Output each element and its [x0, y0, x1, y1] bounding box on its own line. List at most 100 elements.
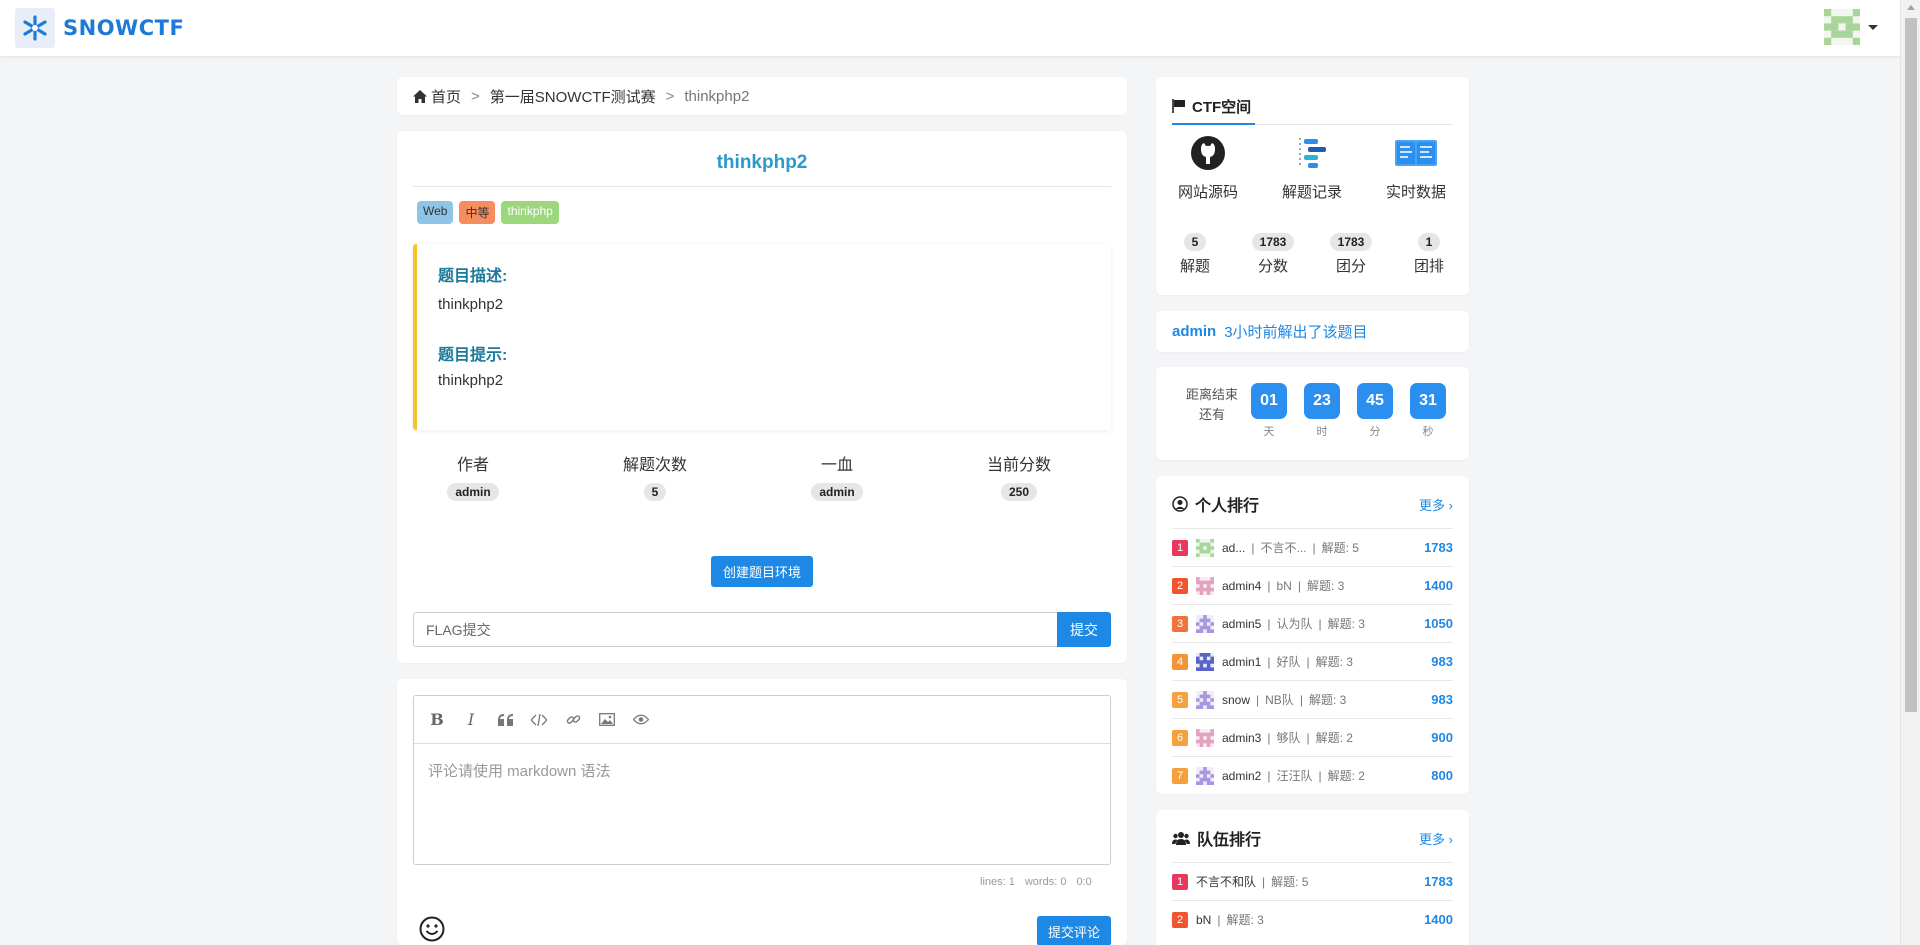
screen-icon — [1395, 140, 1437, 166]
code-icon[interactable] — [530, 711, 548, 729]
link-source-code[interactable]: 网站源码 — [1156, 135, 1260, 202]
page-scrollbar[interactable] — [1900, 0, 1920, 945]
rank-row[interactable]: 1 ad... | 不言不... | 解题: 5 1783 — [1172, 528, 1453, 566]
stat-author: 作者 admin — [413, 451, 533, 501]
countdown-unit: 天 — [1263, 426, 1275, 438]
rank-solved: 解题: 2 — [1315, 731, 1353, 745]
tab-ctf-space[interactable]: CTF空间 — [1172, 89, 1256, 125]
timeline-icon — [1299, 138, 1326, 168]
editor-toolbar: B I — [414, 696, 1110, 744]
countdown-unit: 分 — [1369, 426, 1381, 438]
solver-name[interactable]: admin — [1172, 323, 1216, 340]
editor-placeholder: 评论请使用 markdown 语法 — [428, 763, 611, 780]
rank-team: 汪汪队 — [1276, 769, 1313, 783]
challenge-tags: Web 中等 thinkphp — [417, 201, 559, 224]
countdown-unit: 秒 — [1422, 426, 1434, 438]
stat-label: 分数 — [1257, 258, 1288, 275]
create-environment-button[interactable]: 创建题目环境 — [711, 556, 813, 587]
breadcrumb-home[interactable]: 首页 — [431, 86, 461, 107]
rank-row[interactable]: 7 admin2 | 汪汪队 | 解题: 2 800 — [1172, 756, 1453, 794]
rank-user-name: snow — [1222, 692, 1251, 707]
rank-solved: 解题: 3 — [1308, 693, 1347, 707]
countdown-minutes: 45 分 — [1357, 383, 1393, 439]
flag-submit-button[interactable]: 提交 — [1057, 612, 1111, 647]
bold-icon[interactable]: B — [428, 710, 446, 729]
link-solve-records[interactable]: 解题记录 — [1260, 135, 1364, 202]
solved-notification: admin 3小时前解出了该题目 — [1156, 311, 1469, 352]
stat-label: 一血 — [820, 457, 853, 474]
brand-logo[interactable]: SNOWCTF — [15, 8, 184, 48]
rank-score: 1050 — [1424, 616, 1453, 631]
ctf-space-card: CTF空间 网站源码 解题记录 实时数据 5 解题 1783 分数 1783 团… — [1156, 77, 1469, 295]
stat-score: 1783 分数 — [1234, 233, 1312, 276]
flag-input[interactable] — [413, 612, 1058, 647]
countdown-label: 距离结束 还有 — [1182, 385, 1242, 425]
countdown-unit: 时 — [1316, 426, 1328, 438]
rank-team: bN — [1276, 578, 1292, 593]
rank-user-name: admin1 — [1222, 654, 1262, 669]
rank-team: 够队 — [1276, 731, 1301, 745]
user-menu[interactable] — [1824, 9, 1878, 45]
rank-row[interactable]: 3 admin5 | 认为队 | 解题: 3 1050 — [1172, 604, 1453, 642]
rank-row[interactable]: 2 admin4 | bN | 解题: 3 1400 — [1172, 566, 1453, 604]
scroll-thumb[interactable] — [1905, 18, 1917, 712]
team-rank-row[interactable]: 2 bN | 解题: 3 1400 — [1172, 900, 1453, 938]
rank-score: 900 — [1431, 730, 1453, 745]
stat-label: 解题 — [1179, 258, 1210, 275]
stat-label: 团分 — [1335, 258, 1366, 275]
rank-solved: 解题: 3 — [1306, 579, 1345, 593]
breadcrumb-contest[interactable]: 第一届SNOWCTF测试赛 — [490, 86, 656, 107]
countdown-value: 31 — [1410, 383, 1446, 419]
rank-score: 800 — [1431, 768, 1453, 783]
markdown-editor[interactable]: B I 评论请使用 markdown 语法 — [413, 695, 1111, 865]
avatar — [1196, 766, 1214, 785]
avatar — [1196, 652, 1214, 671]
stat-value: admin — [447, 483, 499, 501]
scroll-up-icon[interactable] — [1907, 5, 1915, 10]
comment-card: B I 评论请使用 markdown 语法 lines: 1 words: 0 … — [397, 679, 1127, 945]
user-circle-icon — [1172, 496, 1188, 512]
ctf-space-header: CTF空间 — [1172, 89, 1453, 125]
preview-eye-icon[interactable] — [632, 711, 650, 729]
image-icon[interactable] — [598, 711, 616, 729]
stat-team-score: 1783 团分 — [1312, 233, 1390, 276]
italic-icon[interactable]: I — [462, 710, 480, 729]
snowflake-icon — [15, 8, 55, 48]
ctf-space-title: CTF空间 — [1192, 98, 1252, 116]
stat-value: 1783 — [1251, 233, 1295, 251]
rank-number: 5 — [1172, 691, 1188, 708]
rank-number: 2 — [1172, 911, 1188, 928]
link-icon[interactable] — [564, 711, 582, 729]
rank-team: NB队 — [1265, 693, 1294, 707]
rank-team-name: 不言不和队 — [1196, 875, 1257, 889]
submit-comment-button[interactable]: 提交评论 — [1037, 916, 1111, 945]
avatar — [1196, 538, 1214, 557]
rank-user-name: admin3 — [1222, 730, 1262, 745]
rank-row[interactable]: 6 admin3 | 够队 | 解题: 2 900 — [1172, 718, 1453, 756]
rank-row[interactable]: 5 snow | NB队 | 解题: 3 983 — [1172, 680, 1453, 718]
status-words: words: 0 — [1024, 876, 1067, 888]
emoji-icon[interactable] — [419, 916, 445, 942]
status-cursor: 0:0 — [1076, 876, 1092, 888]
breadcrumb-separator: > — [471, 87, 480, 105]
link-live-data[interactable]: 实时数据 — [1364, 135, 1468, 202]
team-rank-row[interactable]: 1 不言不和队 | 解题: 5 1783 — [1172, 862, 1453, 900]
personal-rank-more-link[interactable]: 更多 › — [1419, 495, 1453, 514]
avatar — [1196, 614, 1214, 633]
quote-icon[interactable] — [496, 711, 514, 729]
description-label: 题目描述: — [438, 268, 508, 285]
stat-value: 1 — [1417, 233, 1441, 251]
rank-team: 好队 — [1276, 655, 1301, 669]
stat-label: 团排 — [1413, 258, 1444, 275]
stat-team-rank: 1 团排 — [1390, 233, 1468, 276]
team-rank-more-link[interactable]: 更多 › — [1419, 829, 1453, 848]
rank-score: 1783 — [1424, 540, 1453, 555]
stat-value: admin — [811, 483, 863, 501]
stat-value: 1783 — [1329, 233, 1373, 251]
tag-framework: thinkphp — [501, 201, 559, 224]
rank-row[interactable]: 4 admin1 | 好队 | 解题: 3 983 — [1172, 642, 1453, 680]
rank-solved: 解题: 3 — [1226, 913, 1264, 927]
breadcrumb: 首页 > 第一届SNOWCTF测试赛 > thinkphp2 — [397, 77, 1127, 115]
brand-name: SNOWCTF — [63, 16, 185, 40]
rank-team-name: bN — [1196, 912, 1212, 927]
